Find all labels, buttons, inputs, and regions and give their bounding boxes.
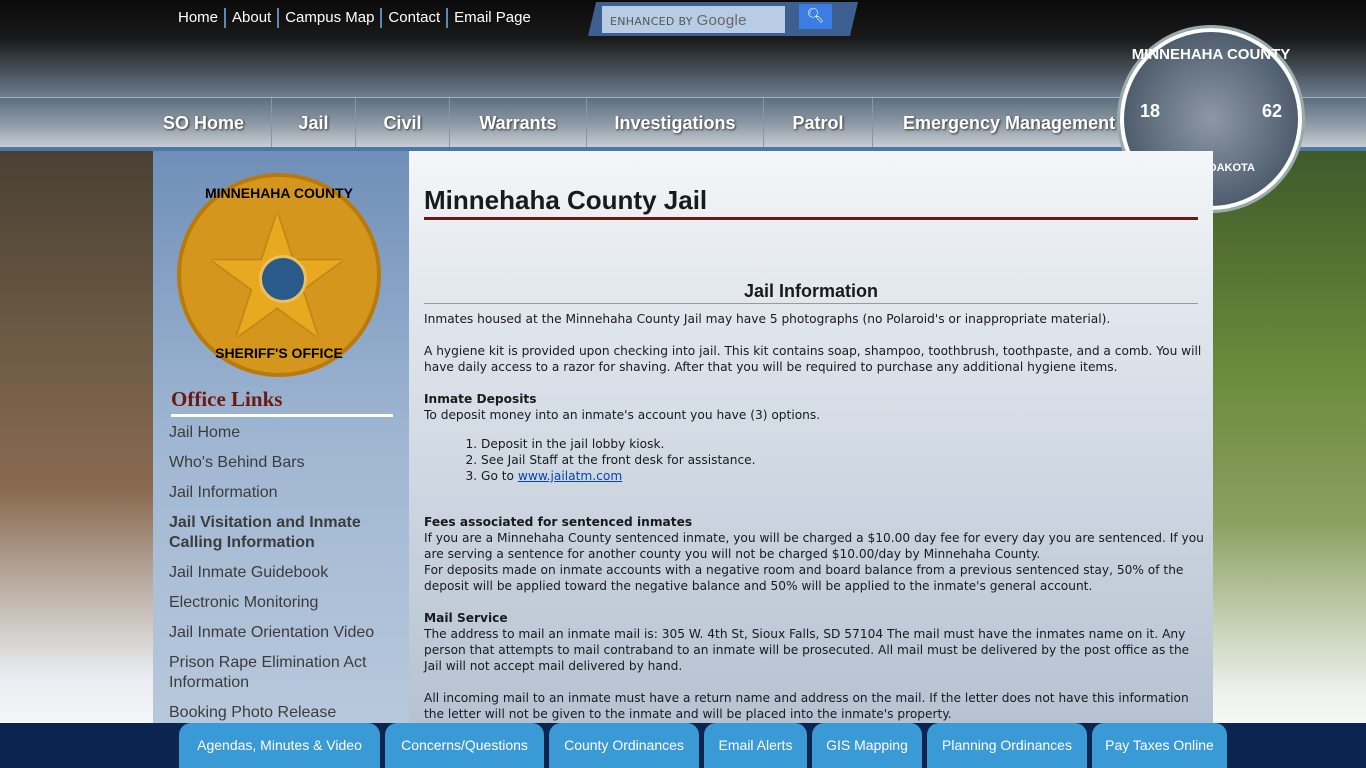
sidebar-link-electronic-monitoring[interactable]: Electronic Monitoring: [169, 593, 399, 613]
content-body: Inmates housed at the Minnehaha County J…: [424, 311, 1204, 723]
search-icon: 🔍︎: [806, 8, 825, 24]
footer-link-county-ordinances[interactable]: County Ordinances: [549, 723, 699, 768]
sidebar-link-booking-photo[interactable]: Booking Photo Release: [169, 703, 399, 723]
badge-bottom-text: SHERIFF'S OFFICE: [215, 345, 343, 361]
background-photo-left: [0, 150, 153, 768]
search-placeholder: ENHANCED BY: [610, 15, 693, 28]
footer-link-planning-ordinances[interactable]: Planning Ordinances: [927, 723, 1087, 768]
fees-paragraph-1: If you are a Minnehaha County sentenced …: [424, 531, 1204, 561]
seal-year-right: 62: [1261, 101, 1282, 121]
page-title: Minnehaha County Jail: [424, 185, 1198, 220]
utility-nav: Home About Campus Map Contact Email Page: [172, 8, 537, 28]
deposit-option: See Jail Staff at the front desk for ass…: [481, 452, 1204, 468]
photos-paragraph: Inmates housed at the Minnehaha County J…: [424, 312, 1111, 326]
mail-paragraph-2: All incoming mail to an inmate must have…: [424, 691, 1189, 721]
footer-link-gis-mapping[interactable]: GIS Mapping: [812, 723, 922, 768]
footer-link-agendas[interactable]: Agendas, Minutes & Video: [179, 723, 380, 768]
nav-jail[interactable]: Jail: [272, 98, 356, 148]
seal-year-left: 18: [1140, 101, 1161, 121]
mail-paragraph-1: The address to mail an inmate mail is: 3…: [424, 627, 1190, 673]
sidebar-link-jail-home[interactable]: Jail Home: [169, 423, 399, 443]
util-link-home[interactable]: Home: [172, 8, 224, 28]
fees-paragraph-2: For deposits made on inmate accounts wit…: [424, 563, 1184, 593]
deposits-heading: Inmate Deposits: [424, 392, 537, 406]
sidebar-link-whos-behind-bars[interactable]: Who's Behind Bars: [169, 453, 399, 473]
nav-civil[interactable]: Civil: [356, 98, 450, 148]
deposit-options-list: Deposit in the jail lobby kiosk. See Jai…: [481, 436, 1204, 484]
section-title: Jail Information: [424, 281, 1198, 304]
deposit-option: Go to www.jailatm.com: [481, 468, 1204, 484]
footer-link-concerns[interactable]: Concerns/Questions: [385, 723, 544, 768]
hygiene-paragraph: A hygiene kit is provided upon checking …: [424, 344, 1202, 374]
google-brand: Google: [696, 12, 747, 29]
nav-warrants[interactable]: Warrants: [450, 98, 587, 148]
search-input[interactable]: ENHANCED BY Google: [602, 6, 785, 33]
mail-heading: Mail Service: [424, 611, 508, 625]
util-link-campus-map[interactable]: Campus Map: [277, 8, 380, 28]
sheriff-badge-logo: MINNEHAHA COUNTY ★ SHERIFF'S OFFICE: [177, 173, 381, 377]
deposit-option-text: Go to: [481, 469, 518, 483]
sidebar: MINNEHAHA COUNTY ★ SHERIFF'S OFFICE Offi…: [153, 151, 409, 723]
jailatm-link[interactable]: www.jailatm.com: [518, 469, 622, 483]
footer-link-pay-taxes[interactable]: Pay Taxes Online: [1092, 723, 1227, 768]
sidebar-link-jail-visitation[interactable]: Jail Visitation and Inmate Calling Infor…: [169, 513, 399, 553]
sidebar-link-jail-information[interactable]: Jail Information: [169, 483, 399, 503]
nav-emergency-management[interactable]: Emergency Management: [873, 98, 1153, 148]
search-button[interactable]: 🔍︎: [799, 4, 832, 29]
deposits-intro: To deposit money into an inmate's accoun…: [424, 408, 821, 422]
sidebar-link-prea[interactable]: Prison Rape Elimination Act Information: [169, 653, 399, 693]
nav-investigations[interactable]: Investigations: [587, 98, 764, 148]
sidebar-link-inmate-guidebook[interactable]: Jail Inmate Guidebook: [169, 563, 399, 583]
util-link-about[interactable]: About: [224, 8, 277, 28]
state-seal-icon: [259, 255, 307, 303]
footer-link-email-alerts[interactable]: Email Alerts: [704, 723, 807, 768]
nav-patrol[interactable]: Patrol: [764, 98, 873, 148]
nav-so-home[interactable]: SO Home: [136, 98, 272, 148]
fees-heading: Fees associated for sentenced inmates: [424, 515, 693, 529]
background-photo-right: [1212, 150, 1366, 768]
office-links-list: Jail Home Who's Behind Bars Jail Informa…: [169, 423, 399, 733]
sidebar-link-orientation-video[interactable]: Jail Inmate Orientation Video: [169, 623, 399, 643]
footer-bar: Agendas, Minutes & Video Concerns/Questi…: [0, 723, 1366, 768]
util-link-contact[interactable]: Contact: [380, 8, 446, 28]
seal-top-text: MINNEHAHA COUNTY: [1131, 46, 1291, 63]
office-links-heading: Office Links: [171, 387, 393, 417]
util-link-email-page[interactable]: Email Page: [446, 8, 537, 28]
deposit-option: Deposit in the jail lobby kiosk.: [481, 436, 1204, 452]
main-content: Minnehaha County Jail Jail Information I…: [409, 151, 1213, 723]
